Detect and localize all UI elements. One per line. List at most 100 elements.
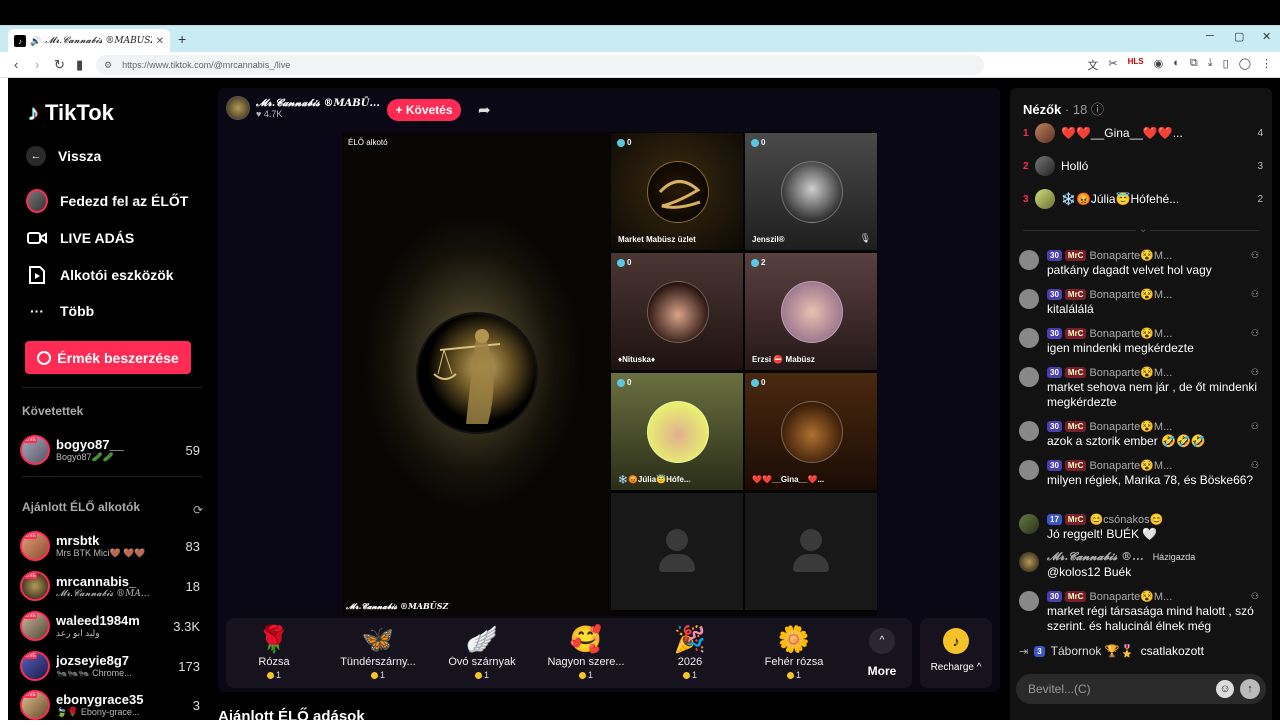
top-viewer-row[interactable]: 3 ❄️😡Júlia😇Hófehé... 2 xyxy=(1023,188,1263,210)
chat-input[interactable] xyxy=(1028,682,1216,696)
minimize-icon[interactable]: ─ xyxy=(1206,30,1214,42)
extension-icon[interactable]: ✂ xyxy=(1108,57,1117,73)
recommended-user[interactable]: LIVE mrcannabis_ 𝓜𝓻.𝓒𝓪𝓷𝓷𝓪𝓫𝓲𝓼 ®MA... 18 xyxy=(20,569,200,603)
send-icon[interactable]: ↑ xyxy=(1240,679,1260,699)
mention-icon[interactable]: ⚇ xyxy=(1245,328,1259,339)
creator-name[interactable]: 𝓜𝓻.𝓒𝓪𝓷𝓷𝓪𝓫𝓲𝓼 ®MABŪ... xyxy=(256,98,380,109)
sidebar-item-creator-tools[interactable]: Alkotói eszközök xyxy=(26,264,174,286)
gift-2026[interactable]: 🎉 2026 1 xyxy=(642,624,738,680)
live-video[interactable]: ÉLŐ alkotó 𝓜𝓻.𝓒𝓪𝓷𝓷𝓪𝓫𝓲𝓼 ®MABŪSZ 0 Market xyxy=(342,132,878,616)
guest-avatar xyxy=(781,401,843,463)
gift-white-rose[interactable]: 🌼 Fehér rózsa 1 xyxy=(746,624,842,680)
user-name: mrcannabis_ xyxy=(56,573,137,589)
close-tab-icon[interactable]: ✕ xyxy=(156,36,164,47)
avatar[interactable] xyxy=(1019,250,1039,270)
gift-love-you[interactable]: 🥰 Nagyon szere... 1 xyxy=(538,624,634,680)
avatar[interactable] xyxy=(1019,367,1039,387)
new-tab-icon[interactable]: + xyxy=(178,31,186,47)
sidebar-item-explore-live[interactable]: Fedezd fel az ÉLŐT xyxy=(26,189,188,213)
guest-tile[interactable]: 0 ❤️❤️__Gina__❤️... xyxy=(744,372,878,491)
sidebar-item-more[interactable]: ··· Több xyxy=(26,300,94,322)
chevron-down-icon[interactable]: ⌄ xyxy=(1136,224,1151,235)
mention-icon[interactable]: ⚇ xyxy=(1245,591,1259,602)
audio-icon[interactable]: 🔊 xyxy=(30,36,41,47)
viewers-header[interactable]: Nézők · 18 ⓘ xyxy=(1023,99,1104,118)
mention-icon[interactable]: ⚇ xyxy=(1245,289,1259,300)
chat-username[interactable]: 😊csónakos😊 xyxy=(1089,513,1163,526)
recommended-user[interactable]: LIVE mrsbtk Mrs BTK Mici🤎 🤎🤎 83 xyxy=(20,529,200,563)
empty-guest-slot[interactable] xyxy=(610,492,744,611)
forward-icon[interactable]: › xyxy=(35,57,39,72)
guest-tile[interactable]: 0 Market Mabüsz üzlet xyxy=(610,132,744,251)
gift-protective-wings[interactable]: 🪽 Óvó szárnyak 1 xyxy=(434,624,530,680)
url-field[interactable]: ⚙ https://www.tiktok.com/@mrcannabis_/li… xyxy=(96,55,984,75)
avatar[interactable] xyxy=(1019,591,1039,611)
chat-username[interactable]: Bonaparte😵M... xyxy=(1089,420,1172,433)
host-video[interactable]: ÉLŐ alkotó 𝓜𝓻.𝓒𝓪𝓷𝓷𝓪𝓫𝓲𝓼 ®MABŪSZ xyxy=(342,132,610,616)
menu-icon[interactable]: ⋮ xyxy=(1261,57,1272,73)
mic-muted-icon: 🎙 xyxy=(859,233,871,243)
recharge-button[interactable]: ♪ Recharge ^ xyxy=(920,618,992,688)
following-user[interactable]: LIVE bogyo87__ Bogyó87🥒🥒 59 xyxy=(20,433,200,467)
recommended-user[interactable]: LIVE jozseyie8g7 🐜🐜🐜 Chrome... 173 xyxy=(20,649,200,683)
close-window-icon[interactable]: ✕ xyxy=(1262,30,1271,43)
sidebar-icon[interactable]: ▯ xyxy=(1223,57,1229,73)
emoji-icon[interactable]: ☺ xyxy=(1216,680,1234,698)
bookmark-icon[interactable]: ▮ xyxy=(76,57,83,73)
avatar[interactable] xyxy=(1019,460,1039,480)
chat-username[interactable]: Bonaparte😵M... xyxy=(1089,459,1172,472)
mention-icon[interactable]: ⚇ xyxy=(1245,367,1259,378)
top-viewer-row[interactable]: 1 ❤️❤️__Gina__❤️❤️... 4 xyxy=(1023,122,1263,144)
recommended-user[interactable]: LIVE ebonygrace35 🍃🌹 Ebony-grace... 3 xyxy=(20,688,200,722)
sidebar-item-live[interactable]: LIVE ADÁS xyxy=(26,227,134,249)
translate-icon[interactable]: 文 xyxy=(1087,57,1098,73)
mention-icon[interactable]: ⚇ xyxy=(1245,421,1259,432)
creator-avatar[interactable] xyxy=(226,96,250,120)
avatar[interactable] xyxy=(1019,289,1039,309)
more-gifts-button[interactable]: ^ More xyxy=(862,628,902,678)
mention-icon[interactable]: ⚇ xyxy=(1245,460,1259,471)
tiktok-logo[interactable]: ♪ TikTok xyxy=(28,100,114,126)
gift-fairy-wings[interactable]: 🦋 Tündérszárny... 1 xyxy=(330,624,426,680)
empty-guest-slot[interactable] xyxy=(744,492,878,611)
guest-tile[interactable]: 2 Erzsi ⛔ Mabüsz xyxy=(744,252,878,371)
extension-icon[interactable]: ◉ xyxy=(1154,57,1164,73)
chat-username[interactable]: Bonaparte😵M... xyxy=(1089,366,1172,379)
chat-username[interactable]: 𝓜𝓻.𝓒𝓪𝓷𝓷𝓪𝓫𝓲𝓼 ®... xyxy=(1047,550,1144,564)
avatar[interactable] xyxy=(1019,514,1039,534)
guest-count: 0 xyxy=(761,138,766,147)
follow-button[interactable]: + Követés xyxy=(387,99,461,121)
get-coins-button[interactable]: Érmék beszerzése xyxy=(25,341,191,374)
top-viewer-row[interactable]: 2 Holló 3 xyxy=(1023,155,1263,177)
gift-rose[interactable]: 🌹 Rózsa 1 xyxy=(226,624,322,680)
avatar[interactable] xyxy=(1019,552,1039,572)
avatar[interactable] xyxy=(1019,421,1039,441)
joined-username[interactable]: Tábornok 🏆🎖️ xyxy=(1051,644,1135,658)
refresh-icon[interactable]: ⟳ xyxy=(193,503,203,517)
guest-tile[interactable]: 0 ❄️😡Júlia😇Hófe... xyxy=(610,372,744,491)
avatar[interactable] xyxy=(1019,328,1039,348)
avatar: LIVE xyxy=(20,571,50,601)
info-icon[interactable]: ⓘ xyxy=(1091,102,1104,117)
download-icon[interactable]: ⤓ xyxy=(1208,57,1213,73)
maximize-icon[interactable]: ▢ xyxy=(1234,30,1244,43)
back-icon[interactable]: ‹ xyxy=(14,57,18,72)
back-button[interactable]: ← Vissza xyxy=(26,146,101,166)
browser-tab[interactable]: ♪ 🔊 𝓜𝓻.𝓒𝓪𝓷𝓷𝓪𝓫𝓲𝓼 ®MABŪSZ ✕ xyxy=(8,29,170,53)
mention-icon[interactable]: ⚇ xyxy=(1245,250,1259,261)
extension-icon[interactable]: ◐ xyxy=(1173,57,1180,73)
viewer-dot-icon xyxy=(751,378,759,387)
guest-tile[interactable]: 0 ♦Nituska♦ xyxy=(610,252,744,371)
chat-username[interactable]: Bonaparte😵M... xyxy=(1089,590,1172,603)
share-icon[interactable]: ➦ xyxy=(478,101,491,119)
guest-tile[interactable]: 0 Jenszil® 🎙 xyxy=(744,132,878,251)
chat-username[interactable]: Bonaparte😵M... xyxy=(1089,249,1172,262)
puzzle-icon[interactable]: ⧉ xyxy=(1190,57,1198,73)
site-info-icon[interactable]: ⚙ xyxy=(104,60,112,71)
reload-icon[interactable]: ↻ xyxy=(54,57,65,73)
hls-extension-icon[interactable]: HLS xyxy=(1128,57,1144,73)
recommended-user[interactable]: LIVE waleed1984m وليد ابو رعد 3.3K xyxy=(20,609,200,643)
chat-username[interactable]: Bonaparte😵M... xyxy=(1089,327,1172,340)
profile-icon[interactable]: ◯ xyxy=(1239,57,1251,73)
chat-username[interactable]: Bonaparte😵M... xyxy=(1089,288,1172,301)
